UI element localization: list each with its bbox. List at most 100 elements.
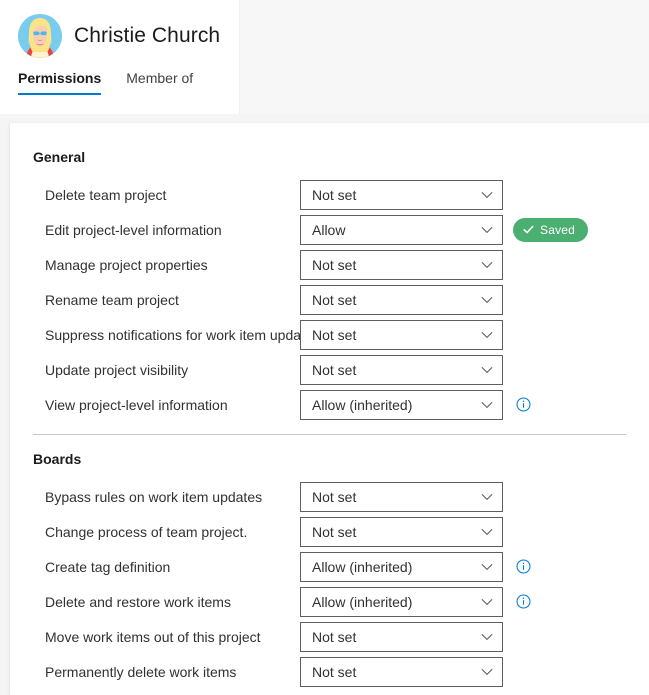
permission-row: Rename team project Not set — [10, 282, 649, 317]
permission-dropdown-value: Not set — [312, 488, 357, 505]
chevron-down-icon — [481, 189, 493, 201]
permission-dropdown[interactable]: Allow (inherited) — [300, 586, 503, 617]
permission-control: Allow Saved — [300, 214, 589, 245]
permission-row: Bypass rules on work item updates Not set — [10, 479, 649, 514]
permission-label: Create tag definition — [45, 558, 171, 575]
permission-dropdown[interactable]: Allow (inherited) — [300, 551, 503, 582]
avatar — [18, 14, 62, 58]
permission-control: Not set — [300, 621, 531, 652]
permission-dropdown[interactable]: Not set — [300, 354, 503, 385]
permission-label: View project-level information — [45, 396, 228, 413]
permission-dropdown-value: Not set — [312, 186, 357, 203]
info-icon-spacer — [516, 362, 531, 377]
chevron-down-icon — [481, 364, 493, 376]
permission-group: General Delete team project Not set Edit pr… — [10, 149, 649, 422]
permission-row: View project-level information Allow (inh… — [10, 387, 649, 422]
permission-label: Bypass rules on work item updates — [45, 488, 263, 505]
permission-dropdown-value: Allow (inherited) — [312, 593, 413, 610]
permission-control: Not set — [300, 516, 531, 547]
permission-groups: General Delete team project Not set Edit pr… — [10, 123, 649, 695]
permission-control: Not set — [300, 284, 531, 315]
tab-list: Permissions Member of — [18, 70, 218, 95]
permission-dropdown-value: Not set — [312, 523, 357, 540]
chevron-down-icon — [481, 631, 493, 643]
checkmark-icon — [523, 224, 534, 235]
permission-control: Not set — [300, 319, 531, 350]
permission-dropdown[interactable]: Not set — [300, 179, 503, 210]
chevron-down-icon — [481, 666, 493, 678]
chevron-down-icon — [481, 561, 493, 573]
permission-row: Permanently delete work items Not set — [10, 654, 649, 689]
permission-row: Change process of team project. Not set — [10, 514, 649, 549]
chevron-down-icon — [481, 294, 493, 306]
permission-dropdown[interactable]: Allow (inherited) — [300, 389, 503, 420]
permission-control: Allow (inherited) — [300, 551, 531, 582]
permission-label: Move work items out of this project — [45, 628, 261, 645]
info-icon-spacer — [516, 489, 531, 504]
permission-label: Suppress notifications for work item upd… — [45, 326, 300, 343]
info-icon-spacer — [516, 187, 531, 202]
permission-row: Update project visibility Not set — [10, 352, 649, 387]
permission-dropdown[interactable]: Not set — [300, 481, 503, 512]
permission-dropdown-value: Not set — [312, 326, 357, 343]
chevron-down-icon — [481, 329, 493, 341]
permission-control: Allow (inherited) — [300, 389, 531, 420]
tab-member-of[interactable]: Member of — [126, 70, 193, 95]
permission-control: Not set — [300, 179, 531, 210]
permission-label: Rename team project — [45, 291, 179, 308]
chevron-down-icon — [481, 596, 493, 608]
permission-row: Manage project properties Not set — [10, 247, 649, 282]
chevron-down-icon — [481, 491, 493, 503]
permission-row: Suppress notifications for work item upd… — [10, 317, 649, 352]
permission-dropdown-value: Not set — [312, 628, 357, 645]
tab-permissions[interactable]: Permissions — [18, 70, 102, 95]
permission-row: Edit project-level information Allow Saved — [10, 212, 649, 247]
profile-header: Christie Church Permissions Member of — [0, 0, 649, 114]
permission-dropdown[interactable]: Allow — [300, 214, 503, 245]
permission-row: Move work items out of this project Not s… — [10, 619, 649, 654]
group-title: General — [33, 149, 86, 165]
status-badge-label: Saved — [540, 222, 576, 237]
permission-label: Delete and restore work items — [45, 593, 231, 610]
info-circle-icon[interactable] — [516, 397, 531, 412]
header-panel: Christie Church Permissions Member of — [0, 0, 240, 114]
info-circle-icon[interactable] — [516, 559, 531, 574]
permission-dropdown[interactable]: Not set — [300, 621, 503, 652]
permissions-card: General Delete team project Not set Edit pr… — [10, 123, 649, 695]
permission-dropdown-value: Not set — [312, 361, 357, 378]
permission-dropdown[interactable]: Not set — [300, 249, 503, 280]
chevron-down-icon — [481, 259, 493, 271]
permission-group: Boards Bypass rules on work item updates N… — [10, 451, 649, 689]
chevron-down-icon — [481, 399, 493, 411]
identity-block: Christie Church — [18, 14, 220, 58]
info-icon-spacer — [516, 327, 531, 342]
info-circle-icon[interactable] — [516, 594, 531, 609]
status-badge: Saved — [513, 217, 589, 242]
permission-control: Not set — [300, 354, 531, 385]
info-icon-spacer — [516, 664, 531, 679]
permission-row: Delete team project Not set — [10, 177, 649, 212]
info-icon-spacer — [516, 257, 531, 272]
group-title: Boards — [33, 451, 82, 467]
group-divider — [33, 434, 626, 435]
permission-dropdown-value: Allow — [312, 221, 346, 238]
permission-dropdown-value: Not set — [312, 663, 357, 680]
permission-label: Manage project properties — [45, 256, 208, 273]
permission-dropdown[interactable]: Not set — [300, 319, 503, 350]
chevron-down-icon — [481, 526, 493, 538]
info-icon-spacer — [516, 524, 531, 539]
permission-dropdown[interactable]: Not set — [300, 516, 503, 547]
permission-dropdown-value: Not set — [312, 256, 357, 273]
permission-label: Edit project-level information — [45, 221, 222, 238]
permission-dropdown-value: Allow (inherited) — [312, 396, 413, 413]
info-icon-spacer — [516, 629, 531, 644]
permission-label: Permanently delete work items — [45, 663, 237, 680]
permission-label: Change process of team project. — [45, 523, 248, 540]
permission-dropdown[interactable]: Not set — [300, 284, 503, 315]
permission-row: Create tag definition Allow (inherited) — [10, 549, 649, 584]
permission-label: Update project visibility — [45, 361, 189, 378]
permission-control: Not set — [300, 249, 531, 280]
permission-dropdown[interactable]: Not set — [300, 656, 503, 687]
permission-control: Not set — [300, 656, 531, 687]
permission-control: Allow (inherited) — [300, 586, 531, 617]
